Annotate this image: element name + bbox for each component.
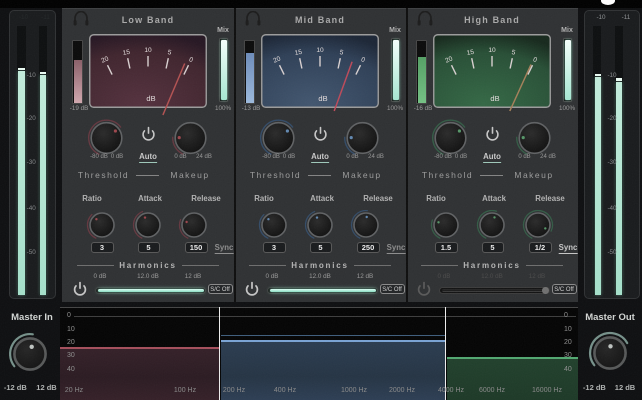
svg-text:10: 10 — [488, 47, 496, 54]
svg-text:dB: dB — [318, 94, 327, 103]
svg-text:dB: dB — [146, 94, 155, 103]
svg-text:dB: dB — [490, 94, 499, 103]
svg-text:10: 10 — [144, 47, 152, 54]
svg-text:10: 10 — [316, 47, 324, 54]
